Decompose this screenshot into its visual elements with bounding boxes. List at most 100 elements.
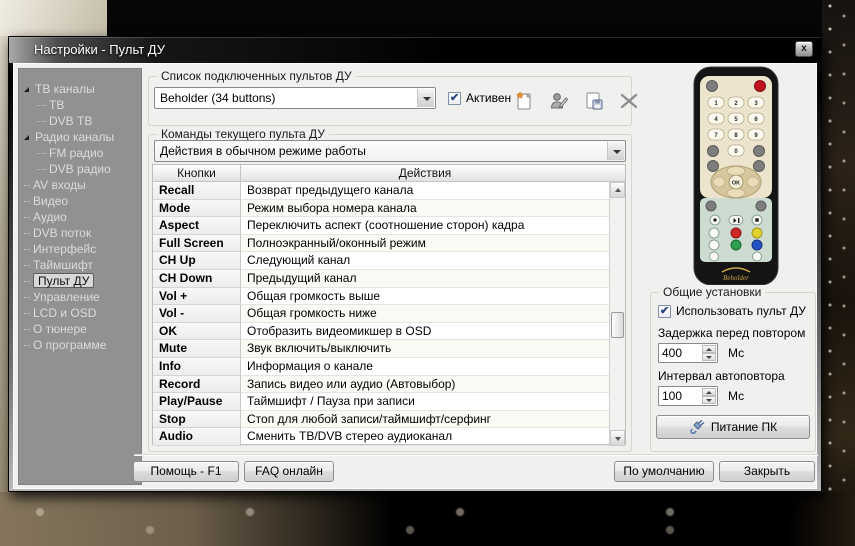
button-name-cell[interactable]: Vol - (153, 305, 241, 323)
save-remote-icon[interactable] (582, 89, 606, 113)
action-cell[interactable]: Переключить аспект (соотношение сторон) … (241, 217, 609, 235)
action-cell[interactable]: Возврат предыдущего канала (241, 182, 609, 200)
button-name-cell[interactable]: Recall (153, 182, 241, 200)
action-cell[interactable]: Отобразить видеомикшер в OSD (241, 323, 609, 341)
command-mode-value: Действия в обычном режиме работы (160, 144, 366, 158)
faq-button[interactable]: FAQ онлайн (244, 461, 334, 482)
table-row[interactable]: RecallВозврат предыдущего канала (153, 182, 609, 200)
action-cell[interactable]: Предыдущий канал (241, 270, 609, 288)
table-row[interactable]: CH UpСледующий канал (153, 252, 609, 270)
checkbox-box[interactable] (448, 92, 461, 105)
action-cell[interactable]: Таймшифт / Пауза при записи (241, 393, 609, 411)
action-cell[interactable]: Общая громкость ниже (241, 305, 609, 323)
interval-input[interactable] (662, 388, 700, 404)
use-remote-checkbox[interactable]: Использовать пульт ДУ (658, 304, 806, 318)
table-row[interactable]: CH DownПредыдущий канал (153, 270, 609, 288)
tree-item-fm-radio[interactable]: FM радио (19, 145, 141, 161)
command-mode-select[interactable]: Действия в обычном режиме работы (154, 140, 626, 162)
tree-item-lcd-osd[interactable]: LCD и OSD (19, 305, 141, 321)
tree-item-about-tuner[interactable]: О тюнере (19, 321, 141, 337)
delay-spinner[interactable] (658, 343, 718, 363)
tree-item-audio[interactable]: Аудио (19, 209, 141, 225)
button-name-cell[interactable]: OK (153, 323, 241, 341)
tree-item-dvb-stream[interactable]: DVB поток (19, 225, 141, 241)
tree-item-radio-channels[interactable]: Радио каналы (19, 129, 141, 145)
action-cell[interactable]: Следующий канал (241, 252, 609, 270)
spin-up-icon[interactable] (702, 345, 716, 353)
desktop-background (0, 492, 855, 546)
action-cell[interactable]: Режим выбора номера канала (241, 200, 609, 218)
button-name-cell[interactable]: Mode (153, 200, 241, 218)
active-checkbox[interactable]: Активен (448, 91, 511, 105)
column-header-buttons[interactable]: Кнопки (153, 165, 241, 181)
tree-item-av-inputs[interactable]: AV входы (19, 177, 141, 193)
button-name-cell[interactable]: Play/Pause (153, 393, 241, 411)
table-row[interactable]: InfoИнформация о канале (153, 358, 609, 376)
commands-table: Кнопки Действия RecallВозврат предыдущег… (152, 164, 626, 445)
tree-item-remote-control[interactable]: Пульт ДУ (19, 273, 141, 289)
scrollbar-thumb[interactable] (611, 312, 624, 338)
edit-remote-icon[interactable] (547, 89, 571, 113)
table-row[interactable]: Play/PauseТаймшифт / Пауза при записи (153, 393, 609, 411)
scroll-up-icon[interactable] (610, 182, 625, 198)
defaults-button[interactable]: По умолчанию (614, 461, 714, 482)
action-cell[interactable]: Общая громкость выше (241, 288, 609, 306)
action-cell[interactable]: Запись видео или аудио (Автовыбор) (241, 376, 609, 394)
title-bar[interactable]: Настройки - Пульт ДУ x (9, 37, 821, 63)
button-name-cell[interactable]: CH Down (153, 270, 241, 288)
table-row[interactable]: OKОтобразить видеомикшер в OSD (153, 323, 609, 341)
column-header-actions[interactable]: Действия (241, 165, 609, 181)
chevron-down-icon[interactable] (417, 89, 434, 107)
tree-item-dvb-radio[interactable]: DVB радио (19, 161, 141, 177)
add-remote-icon[interactable] (512, 89, 536, 113)
close-button[interactable]: Закрыть (719, 461, 815, 482)
remote-select[interactable]: Beholder (34 buttons) (154, 87, 436, 109)
chevron-down-icon[interactable] (607, 142, 624, 160)
desktop-background (0, 36, 8, 496)
pc-power-button[interactable]: Питание ПК (656, 415, 810, 439)
button-name-cell[interactable]: Vol + (153, 288, 241, 306)
table-row[interactable]: AspectПереключить аспект (соотношение ст… (153, 217, 609, 235)
help-button[interactable]: Помощь - F1 (133, 461, 239, 482)
button-name-cell[interactable]: Info (153, 358, 241, 376)
table-row[interactable]: Vol +Общая громкость выше (153, 288, 609, 306)
tree-item-video[interactable]: Видео (19, 193, 141, 209)
checkbox-box[interactable] (658, 305, 671, 318)
tree-item-interface[interactable]: Интерфейс (19, 241, 141, 257)
spin-down-icon[interactable] (702, 396, 716, 404)
tree-item-tv-channels[interactable]: ТВ каналы (19, 81, 141, 97)
action-cell[interactable]: Звук включить/выключить (241, 340, 609, 358)
tree-item-dvb-tv[interactable]: DVB ТВ (19, 113, 141, 129)
button-name-cell[interactable]: Full Screen (153, 235, 241, 253)
table-row[interactable]: ModeРежим выбора номера канала (153, 200, 609, 218)
interval-spinner[interactable] (658, 386, 718, 406)
action-cell[interactable]: Сменить ТВ/DVB стерео аудиоканал (241, 428, 609, 446)
spin-down-icon[interactable] (702, 353, 716, 361)
tree-item-tv[interactable]: ТВ (19, 97, 141, 113)
table-row[interactable]: Full ScreenПолноэкранный/оконный режим (153, 235, 609, 253)
action-cell[interactable]: Информация о канале (241, 358, 609, 376)
close-icon[interactable]: x (795, 41, 813, 57)
table-row[interactable]: RecordЗапись видео или аудио (Автовыбор) (153, 376, 609, 394)
spin-up-icon[interactable] (702, 388, 716, 396)
table-row[interactable]: AudioСменить ТВ/DVB стерео аудиоканал (153, 428, 609, 446)
button-name-cell[interactable]: CH Up (153, 252, 241, 270)
delay-input[interactable] (662, 345, 700, 361)
table-scrollbar[interactable] (609, 182, 625, 446)
table-row[interactable]: Vol -Общая громкость ниже (153, 305, 609, 323)
tree-item-about-program[interactable]: О программе (19, 337, 141, 353)
scroll-down-icon[interactable] (610, 430, 625, 446)
tree-item-control[interactable]: Управление (19, 289, 141, 305)
table-row[interactable]: MuteЗвук включить/выключить (153, 340, 609, 358)
button-name-cell[interactable]: Audio (153, 428, 241, 446)
power-plug-icon (689, 420, 705, 434)
button-name-cell[interactable]: Mute (153, 340, 241, 358)
delete-remote-icon[interactable] (617, 89, 641, 113)
button-name-cell[interactable]: Aspect (153, 217, 241, 235)
table-row[interactable]: StopСтоп для любой записи/таймшифт/серфи… (153, 411, 609, 429)
button-name-cell[interactable]: Stop (153, 411, 241, 429)
tree-item-timeshift[interactable]: Таймшифт (19, 257, 141, 273)
action-cell[interactable]: Полноэкранный/оконный режим (241, 235, 609, 253)
button-name-cell[interactable]: Record (153, 376, 241, 394)
action-cell[interactable]: Стоп для любой записи/таймшифт/серфинг (241, 411, 609, 429)
